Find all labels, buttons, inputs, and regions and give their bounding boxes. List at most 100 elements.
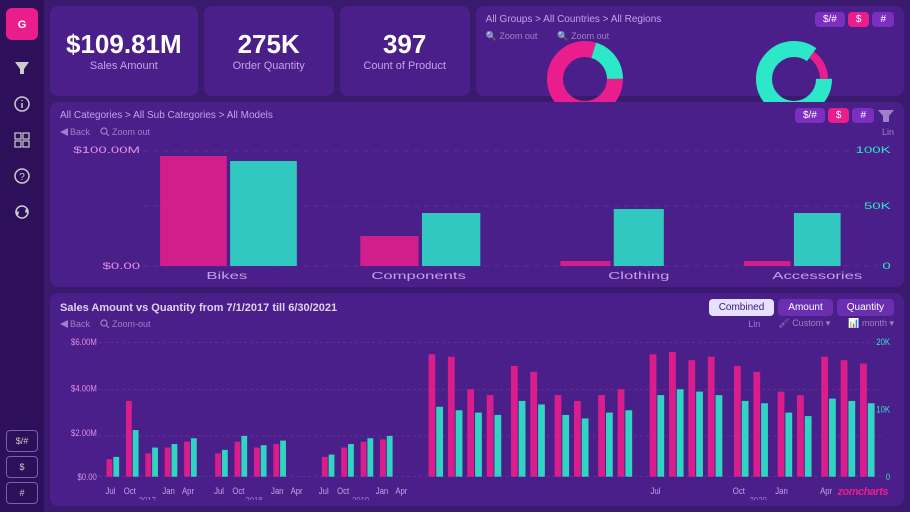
main-content: $109.81M Sales Amount 275K Order Quantit… <box>44 0 910 512</box>
dollar-btn[interactable]: $ <box>6 456 38 478</box>
donut-breadcrumb: All Groups > All Countries > All Regions <box>486 14 662 25</box>
filter-small-icon[interactable] <box>878 109 894 123</box>
help-icon[interactable]: ? <box>6 160 38 192</box>
timeseries-controls: Back Zoom-out Lin 🖌 Custom ▾ 📊 month ▾ <box>60 318 894 329</box>
svg-text:2018: 2018 <box>245 495 262 500</box>
svg-text:2019: 2019 <box>352 495 369 500</box>
svg-text:2017: 2017 <box>139 495 156 500</box>
donut-zoom-1[interactable]: 🔍 Zoom out <box>486 31 538 42</box>
svg-text:$100.00M: $100.00M <box>73 145 140 155</box>
svg-text:2020: 2020 <box>750 495 767 500</box>
sidebar: G ? $/# <box>0 0 44 512</box>
svg-text:10K: 10K <box>876 404 890 415</box>
svg-text:Jul: Jul <box>105 485 115 496</box>
ts-back-btn[interactable]: Back <box>60 319 90 329</box>
kpi-cards: $109.81M Sales Amount 275K Order Quantit… <box>50 6 470 96</box>
svg-text:Oct: Oct <box>232 485 245 496</box>
sync-icon[interactable] <box>6 196 38 228</box>
bar-breadcrumb: All Categories > All Sub Categories > Al… <box>60 110 273 121</box>
filter-icon[interactable] <box>6 52 38 84</box>
svg-text:Jan: Jan <box>162 485 175 496</box>
bar-btn-dollar-hash[interactable]: $/# <box>795 108 825 123</box>
svg-text:Jul: Jul <box>319 485 329 496</box>
svg-text:Components: Components <box>371 270 466 281</box>
order-qty-card: 275K Order Quantity <box>204 6 334 96</box>
svg-text:Jul: Jul <box>214 485 224 496</box>
bar-panel-header: All Categories > All Sub Categories > Al… <box>60 108 894 123</box>
svg-text:$0.00: $0.00 <box>103 261 141 271</box>
middle-row: All Categories > All Sub Categories > Al… <box>50 102 904 287</box>
svg-text:?: ? <box>19 172 25 183</box>
info-icon[interactable] <box>6 88 38 120</box>
svg-text:Jan: Jan <box>775 485 788 496</box>
count-label: Count of Product <box>363 60 446 72</box>
svg-text:Jan: Jan <box>271 485 284 496</box>
bar-back-btn[interactable]: Back <box>60 127 90 137</box>
sidebar-bottom: $/# $ # <box>6 430 38 504</box>
logo-icon[interactable]: G <box>6 8 38 40</box>
svg-text:$6.00M: $6.00M <box>71 336 97 347</box>
donut-btn-hash[interactable]: # <box>872 12 894 27</box>
donut-panel: All Groups > All Countries > All Regions… <box>476 6 904 96</box>
bar-btn-group: $/# $ # <box>795 108 874 123</box>
svg-text:Apr: Apr <box>820 485 832 496</box>
dollar-hash-btn[interactable]: $/# <box>6 430 38 452</box>
bar-btn-hash[interactable]: # <box>852 108 874 123</box>
order-qty-label: Order Quantity <box>233 60 305 72</box>
bottom-row: Sales Amount vs Quantity from 7/1/2017 t… <box>50 293 904 506</box>
sales-amount-label: Sales Amount <box>90 60 158 72</box>
donut-header: All Groups > All Countries > All Regions… <box>486 12 894 27</box>
timeseries-title: Sales Amount vs Quantity from 7/1/2017 t… <box>60 302 337 314</box>
watermark: zomcharts <box>837 486 888 498</box>
timeseries-btn-group: Combined Amount Quantity <box>709 299 894 316</box>
svg-text:Oct: Oct <box>337 485 350 496</box>
donut-btn-dollar-hash[interactable]: $/# <box>815 12 845 27</box>
combined-btn[interactable]: Combined <box>709 299 775 316</box>
sales-amount-value: $109.81M <box>66 30 182 59</box>
amount-btn[interactable]: Amount <box>778 299 832 316</box>
svg-text:$4.00M: $4.00M <box>71 383 97 394</box>
hash-btn[interactable]: # <box>6 482 38 504</box>
svg-text:100K: 100K <box>856 145 892 155</box>
svg-text:0: 0 <box>886 471 891 482</box>
layers-icon[interactable] <box>6 124 38 156</box>
ts-zoom-btn[interactable]: Zoom-out <box>100 319 151 329</box>
quantity-btn[interactable]: Quantity <box>837 299 894 316</box>
bar-panel-controls: $/# $ # <box>795 108 894 123</box>
svg-text:Oct: Oct <box>733 485 746 496</box>
svg-text:Apr: Apr <box>182 485 194 496</box>
top-row: $109.81M Sales Amount 275K Order Quantit… <box>50 6 904 96</box>
svg-text:$2.00M: $2.00M <box>71 427 97 438</box>
svg-text:20K: 20K <box>876 336 890 347</box>
svg-text:$0.00: $0.00 <box>77 471 97 482</box>
svg-text:Apr: Apr <box>291 485 303 496</box>
svg-text:Clothing: Clothing <box>608 270 669 281</box>
sales-amount-card: $109.81M Sales Amount <box>50 6 198 96</box>
svg-text:0: 0 <box>882 261 890 271</box>
bar-chart-area: $100.00M $0.00 100K 50K 0 <box>60 141 894 281</box>
svg-text:Oct: Oct <box>124 485 137 496</box>
svg-text:Apr: Apr <box>395 485 407 496</box>
svg-text:Bikes: Bikes <box>206 270 247 281</box>
ts-month[interactable]: 📊 month ▾ <box>848 318 894 329</box>
donut-btn-dollar[interactable]: $ <box>848 12 870 27</box>
donut-btn-group: $/# $ # <box>815 12 894 27</box>
ts-custom[interactable]: 🖌 Custom ▾ <box>778 318 830 329</box>
svg-text:Jan: Jan <box>376 485 389 496</box>
donut-zoom-2[interactable]: 🔍 Zoom out <box>557 31 609 42</box>
svg-text:Jul: Jul <box>650 485 660 496</box>
count-value: 397 <box>383 30 426 59</box>
bar-btn-dollar[interactable]: $ <box>828 108 850 123</box>
svg-text:Accessories: Accessories <box>772 270 862 281</box>
order-qty-value: 275K <box>238 30 300 59</box>
svg-text:G: G <box>18 19 27 31</box>
bottom-header: Sales Amount vs Quantity from 7/1/2017 t… <box>60 299 894 316</box>
timeseries-svg: $6.00M $4.00M $2.00M $0.00 20K 10K 0 <box>60 331 894 500</box>
bar-panel: All Categories > All Sub Categories > Al… <box>50 102 904 287</box>
bar-lin-btn[interactable]: Lin <box>882 127 894 137</box>
bar-zoom-btn[interactable]: Zoom out <box>100 127 150 137</box>
ts-lin[interactable]: Lin <box>748 319 760 329</box>
count-card: 397 Count of Product <box>340 6 470 96</box>
timeseries-chart-area: $6.00M $4.00M $2.00M $0.00 20K 10K 0 <box>60 331 894 500</box>
bar-chart-svg: $100.00M $0.00 100K 50K 0 <box>60 141 894 281</box>
